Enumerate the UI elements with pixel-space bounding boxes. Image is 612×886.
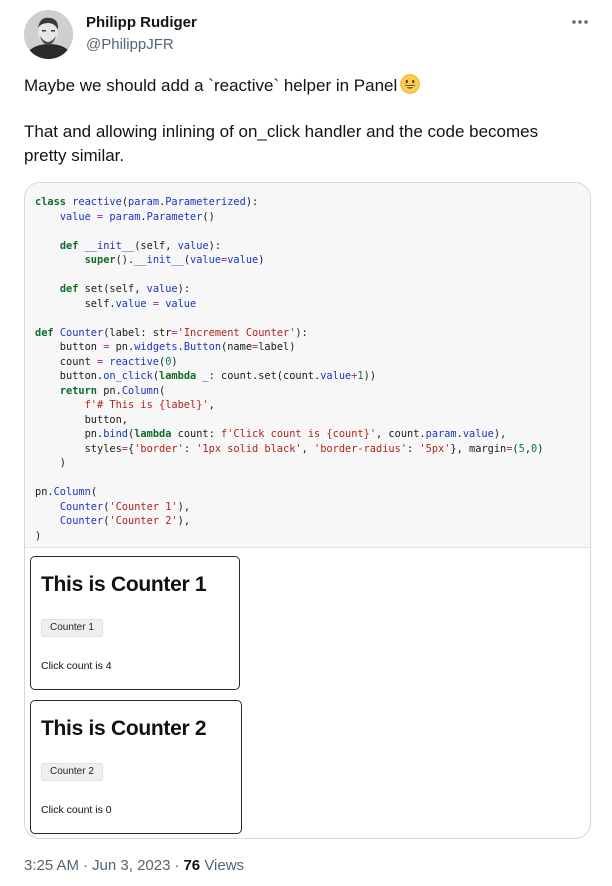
tweet-date[interactable]: Jun 3, 2023 — [92, 857, 170, 874]
counter-card-2-title: This is Counter 2 — [41, 717, 207, 740]
more-horizontal-icon — [572, 20, 588, 24]
counter-1-button[interactable]: Counter 1 — [41, 619, 103, 637]
code-block: class reactive(param.Parameterized): val… — [35, 195, 543, 543]
tweet-time[interactable]: 3:25 AM — [24, 857, 79, 874]
grinning-face-emoji-icon — [400, 74, 420, 94]
code-line: def set(self, value): — [59, 283, 191, 295]
code-line: ) — [35, 457, 66, 469]
code-line: pn.bind(lambda count: f'Click count is {… — [35, 428, 507, 440]
code-line: f'# This is {label}', — [84, 399, 215, 411]
code-line: def __init__(self, value): — [59, 239, 222, 252]
views-count[interactable]: 76 — [183, 857, 200, 874]
code-line: ) — [35, 529, 42, 542]
avatar-photo — [24, 10, 73, 59]
tweet-media[interactable]: class reactive(param.Parameterized): val… — [24, 182, 591, 839]
code-line: count = reactive(0) — [35, 355, 178, 368]
counter-card-2: This is Counter 2 Counter 2 Click count … — [30, 700, 242, 834]
author-handle[interactable]: @PhilippJFR — [86, 36, 174, 53]
code-panel: class reactive(param.Parameterized): val… — [25, 183, 590, 548]
avatar[interactable] — [24, 10, 73, 59]
tweet-line-1-text: Maybe we should add a `reactive` helper … — [24, 76, 398, 95]
meta-separator: · — [83, 857, 89, 874]
tweet-line-2: That and allowing inlining of on_click h… — [24, 122, 539, 165]
tweet-header: Philipp Rudiger @PhilippJFR — [24, 10, 592, 60]
tweet-line-1: Maybe we should add a `reactive` helper … — [24, 74, 584, 98]
counter-card-2-count: Click count is 0 — [41, 804, 112, 816]
code-line: class reactive(param.Parameterized): — [35, 196, 259, 208]
counter-2-button[interactable]: Counter 2 — [41, 763, 103, 781]
author-name[interactable]: Philipp Rudiger — [86, 14, 197, 31]
code-line: Counter('Counter 2'), — [59, 515, 191, 527]
code-line: button.on_click(lambda _: count.set(coun… — [35, 370, 377, 382]
code-line: styles={'border': '1px solid black', 'bo… — [35, 442, 544, 455]
meta-separator: · — [174, 857, 180, 874]
counter-card-1-title: This is Counter 1 — [41, 573, 207, 596]
views-label: Views — [204, 857, 245, 874]
code-line: button = pn.widgets.Button(name=label) — [35, 341, 296, 353]
code-line: Counter('Counter 1'), — [59, 500, 191, 513]
code-line: value = param.Parameter() — [59, 210, 215, 223]
code-line: button, — [35, 413, 128, 426]
tweet-text: Maybe we should add a `reactive` helper … — [24, 74, 584, 168]
code-line: pn.Column( — [35, 486, 98, 498]
code-line: super().__init__(value=value) — [84, 254, 265, 266]
more-options-button[interactable] — [570, 12, 590, 32]
counter-card-1-count: Click count is 4 — [41, 660, 112, 672]
code-line: def Counter(label: str='Increment Counte… — [35, 326, 308, 339]
code-line: self.value = value — [35, 297, 197, 310]
counter-card-1: This is Counter 1 Counter 1 Click count … — [30, 556, 240, 690]
tweet-meta: 3:25 AM · Jun 3, 2023 · 76 Views — [24, 857, 244, 874]
code-line: return pn.Column( — [59, 384, 166, 397]
